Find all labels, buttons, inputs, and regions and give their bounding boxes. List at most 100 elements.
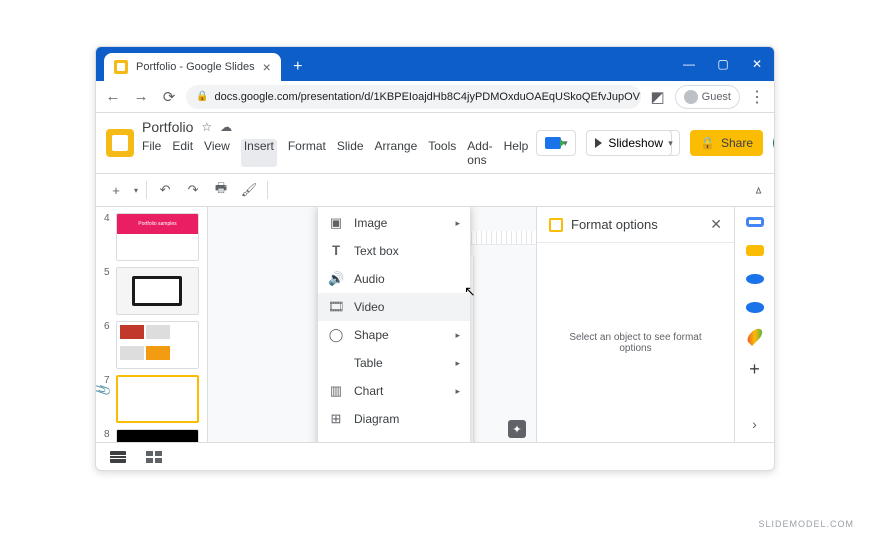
thumb-row-6[interactable]: 6: [104, 321, 199, 369]
extensions-button[interactable]: ◩: [647, 86, 669, 108]
profile-label: Guest: [702, 91, 731, 103]
browser-window: Portfolio - Google Slides × + — ▢ ✕ ← → …: [95, 46, 775, 471]
minimize-button[interactable]: —: [672, 47, 706, 81]
meet-button[interactable]: ▾: [536, 130, 576, 156]
format-panel-header: Format options ✕: [537, 207, 734, 243]
textbox-icon: 𝐓: [328, 243, 344, 259]
hide-side-panel-button[interactable]: ›: [752, 416, 757, 432]
slide-thumb-7[interactable]: [116, 375, 199, 423]
thumb-4-heading: Portfolio samples: [117, 214, 198, 234]
format-options-icon: [549, 218, 563, 232]
maximize-button[interactable]: ▢: [706, 47, 740, 81]
slideshow-button[interactable]: Slideshow: [586, 130, 672, 156]
url-field[interactable]: 🔒 docs.google.com/presentation/d/1KBPEIo…: [186, 85, 641, 109]
slide-thumb-5[interactable]: [116, 267, 199, 315]
forward-button[interactable]: →: [130, 86, 152, 108]
keep-addon-icon[interactable]: [746, 245, 764, 255]
profile-button[interactable]: Guest: [675, 85, 740, 109]
contacts-addon-icon[interactable]: [746, 302, 764, 312]
share-button[interactable]: 🔒 Share: [690, 130, 763, 156]
close-panel-button[interactable]: ✕: [710, 216, 722, 233]
slides-favicon: [114, 60, 128, 74]
thumb-number: 8: [104, 429, 112, 442]
app-header: Portfolio ☆ ☁ File Edit View Insert Form…: [96, 113, 774, 167]
title-area: Portfolio ☆ ☁ File Edit View Insert Form…: [142, 119, 528, 167]
menu-view[interactable]: View: [204, 139, 230, 167]
menu-addons[interactable]: Add-ons: [467, 139, 492, 167]
slide-thumb-6[interactable]: [116, 321, 199, 369]
insert-image[interactable]: ▣Image▸: [318, 209, 470, 237]
slide-thumb-8[interactable]: [116, 429, 199, 442]
slideshow-dropdown-button[interactable]: ▾: [662, 130, 680, 156]
maps-addon-icon[interactable]: [744, 326, 764, 346]
slides-logo-icon[interactable]: [106, 129, 134, 157]
lock-icon: 🔒: [196, 91, 208, 102]
submenu-arrow-icon: ▸: [455, 358, 460, 369]
menu-edit[interactable]: Edit: [172, 139, 193, 167]
get-addons-button[interactable]: +: [749, 359, 760, 380]
thumb-row-7[interactable]: 7: [104, 375, 199, 423]
chart-icon: ▥: [328, 383, 344, 399]
insert-video[interactable]: 🎞Video: [318, 293, 470, 321]
back-button[interactable]: ←: [102, 86, 124, 108]
browser-tab[interactable]: Portfolio - Google Slides ×: [104, 53, 281, 81]
menu-bar: File Edit View Insert Format Slide Arran…: [142, 139, 528, 167]
cloud-status-icon[interactable]: ☁: [220, 120, 232, 134]
audio-icon: 🔊: [328, 271, 344, 287]
menu-slide[interactable]: Slide: [337, 139, 364, 167]
menu-format[interactable]: Format: [288, 139, 326, 167]
account-avatar[interactable]: F: [773, 130, 775, 156]
browser-titlebar: Portfolio - Google Slides × + — ▢ ✕: [96, 47, 774, 81]
menu-help[interactable]: Help: [504, 139, 529, 167]
thumb-row-8[interactable]: 8: [104, 429, 199, 442]
insert-diagram[interactable]: ⊞Diagram: [318, 405, 470, 433]
document-title[interactable]: Portfolio: [142, 119, 193, 135]
slide-thumb-4[interactable]: Portfolio samples: [116, 213, 199, 261]
format-empty-message: Select an object to see format options: [557, 332, 714, 354]
calendar-addon-icon[interactable]: [746, 217, 764, 227]
close-window-button[interactable]: ✕: [740, 47, 774, 81]
slideshow-label: Slideshow: [608, 136, 663, 150]
tasks-addon-icon[interactable]: [746, 274, 764, 284]
insert-chart[interactable]: ▥Chart▸: [318, 377, 470, 405]
format-panel-body: Select an object to see format options: [537, 243, 734, 442]
side-rail: + ›: [734, 207, 774, 442]
video-icon: 🎞: [328, 299, 344, 315]
menu-tools[interactable]: Tools: [428, 139, 456, 167]
wordart-icon: A: [328, 440, 344, 443]
paint-format-button[interactable]: 🖌: [239, 180, 259, 200]
thumb-row-4[interactable]: 4 Portfolio samples: [104, 213, 199, 261]
insert-textbox[interactable]: 𝐓Text box: [318, 237, 470, 265]
slide-thumbnails: 4 Portfolio samples 5 6 7 8 📎: [96, 207, 208, 442]
reload-button[interactable]: ⟳: [158, 86, 180, 108]
submenu-arrow-icon: ▸: [455, 330, 460, 341]
collapse-toolbar-button[interactable]: ㅿ: [753, 182, 764, 199]
explore-button[interactable]: ✦: [508, 420, 526, 438]
browser-menu-button[interactable]: ⋮: [746, 86, 768, 108]
menu-file[interactable]: File: [142, 139, 161, 167]
canvas-area: 🗩 ⋯ ✦ ▣Image▸ 𝐓Text box 🔊Audio 🎞Video ◯S…: [208, 207, 536, 442]
diagram-icon: ⊞: [328, 411, 344, 427]
grid-view-button[interactable]: [146, 451, 162, 463]
thumb-row-5[interactable]: 5: [104, 267, 199, 315]
insert-table[interactable]: Table▸: [318, 349, 470, 377]
new-tab-button[interactable]: +: [287, 56, 309, 78]
tab-title: Portfolio - Google Slides: [136, 61, 255, 73]
tab-close-icon[interactable]: ×: [263, 59, 271, 75]
undo-button[interactable]: ↶: [155, 180, 175, 200]
insert-dropdown: ▣Image▸ 𝐓Text box 🔊Audio 🎞Video ◯Shape▸ …: [318, 207, 470, 442]
star-icon[interactable]: ☆: [201, 120, 212, 134]
insert-wordart[interactable]: AWord art: [318, 433, 470, 442]
menu-arrange[interactable]: Arrange: [375, 139, 418, 167]
share-label: Share: [721, 136, 753, 150]
insert-audio[interactable]: 🔊Audio: [318, 265, 470, 293]
new-slide-button[interactable]: +: [106, 180, 126, 200]
filmstrip-view-button[interactable]: [110, 451, 126, 463]
submenu-arrow-icon: ▸: [455, 386, 460, 397]
share-lock-icon: 🔒: [700, 136, 715, 150]
print-button[interactable]: 🖶: [211, 180, 231, 200]
insert-shape[interactable]: ◯Shape▸: [318, 321, 470, 349]
redo-button[interactable]: ↷: [183, 180, 203, 200]
menu-insert[interactable]: Insert: [241, 139, 277, 167]
meet-camera-icon: [545, 137, 561, 149]
